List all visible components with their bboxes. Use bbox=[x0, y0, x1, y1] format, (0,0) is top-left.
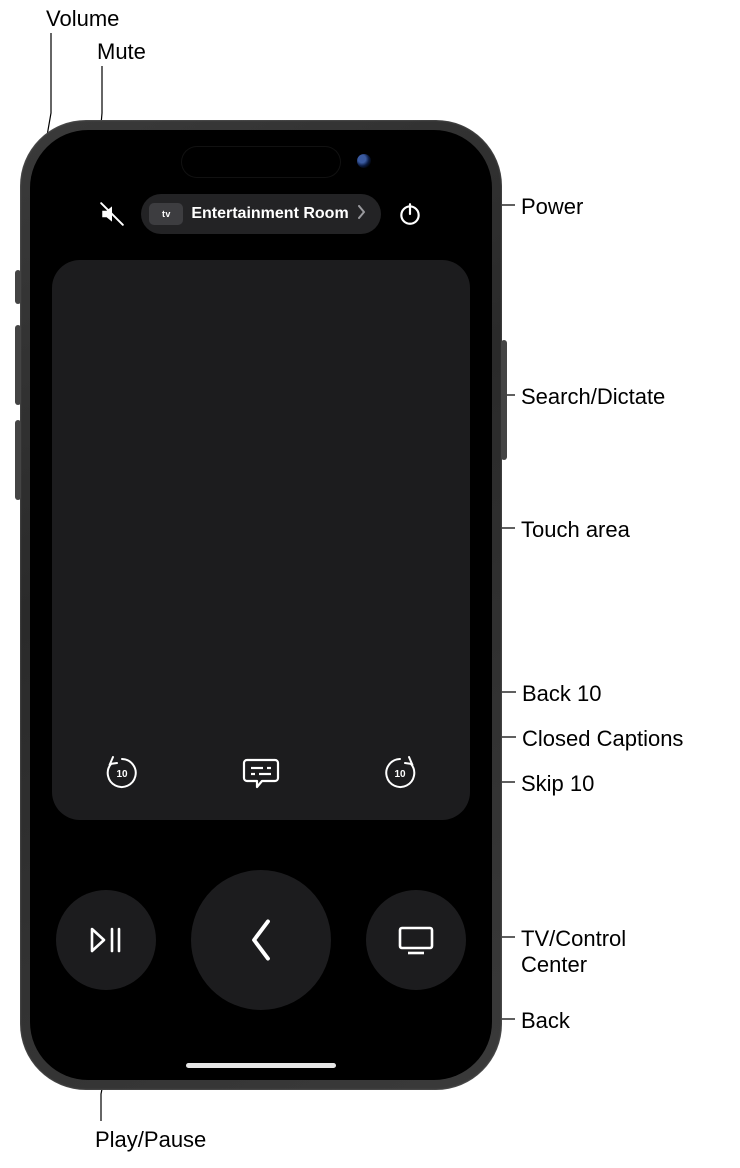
remote-topbar: tv Entertainment Room bbox=[30, 194, 492, 234]
physical-silent-switch[interactable] bbox=[15, 270, 21, 304]
panel-controls: 10 bbox=[52, 738, 470, 808]
physical-volume-down[interactable] bbox=[15, 420, 21, 500]
bottom-controls bbox=[30, 850, 492, 1030]
tv-icon bbox=[396, 924, 436, 956]
device-name-label: Entertainment Room bbox=[191, 205, 348, 223]
callout-search-dictate: Search/Dictate bbox=[521, 384, 665, 410]
closed-captions-icon bbox=[241, 756, 281, 790]
touch-panel: 10 bbox=[52, 260, 470, 820]
physical-side-button[interactable] bbox=[501, 340, 507, 460]
device-selector[interactable]: tv Entertainment Room bbox=[141, 194, 380, 234]
svg-text:10: 10 bbox=[116, 769, 128, 780]
callout-skip10: Skip 10 bbox=[521, 771, 594, 797]
chevron-right-icon bbox=[357, 205, 367, 224]
mute-icon bbox=[99, 201, 125, 227]
skip-10-button[interactable]: 10 bbox=[370, 743, 430, 803]
callout-play-pause: Play/Pause bbox=[95, 1127, 206, 1153]
callout-volume: Volume bbox=[46, 6, 119, 32]
callout-closed-captions: Closed Captions bbox=[522, 726, 683, 752]
callout-mute: Mute bbox=[97, 39, 146, 65]
screen: tv Entertainment Room bbox=[30, 130, 492, 1080]
dynamic-island bbox=[181, 146, 341, 178]
appletv-badge: tv bbox=[149, 203, 183, 225]
back-10-icon: 10 bbox=[102, 753, 142, 793]
skip-10-icon: 10 bbox=[380, 753, 420, 793]
chevron-left-icon bbox=[246, 918, 276, 962]
mute-button[interactable] bbox=[93, 195, 131, 233]
callout-back10: Back 10 bbox=[522, 681, 602, 707]
callout-tv-control-center: TV/Control Center bbox=[521, 926, 626, 979]
back-button[interactable] bbox=[191, 870, 331, 1010]
play-pause-icon bbox=[88, 925, 124, 955]
closed-captions-button[interactable] bbox=[231, 743, 291, 803]
callout-back: Back bbox=[521, 1008, 570, 1034]
callout-touch-area: Touch area bbox=[521, 517, 630, 543]
power-button[interactable] bbox=[391, 195, 429, 233]
svg-text:10: 10 bbox=[395, 769, 407, 780]
play-pause-button[interactable] bbox=[56, 890, 156, 990]
touch-area[interactable] bbox=[52, 260, 470, 730]
callout-power: Power bbox=[521, 194, 583, 220]
power-icon bbox=[397, 201, 423, 227]
front-camera bbox=[357, 154, 371, 168]
home-indicator[interactable] bbox=[186, 1063, 336, 1068]
iphone-frame: tv Entertainment Room bbox=[20, 120, 502, 1090]
physical-volume-up[interactable] bbox=[15, 325, 21, 405]
tv-control-center-button[interactable] bbox=[366, 890, 466, 990]
back-10-button[interactable]: 10 bbox=[92, 743, 152, 803]
